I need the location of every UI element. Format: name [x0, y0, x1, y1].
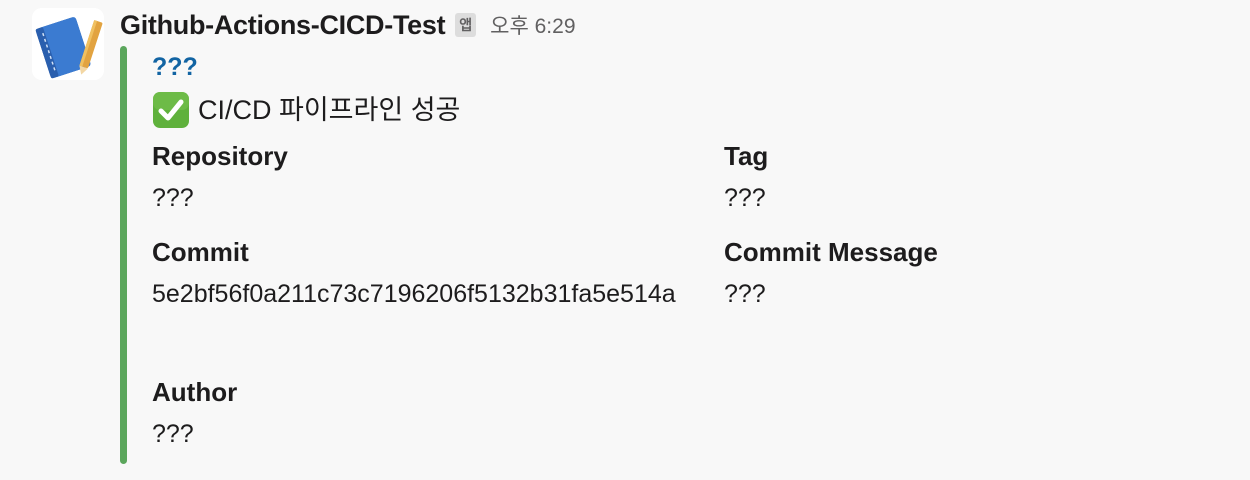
message-header: Github-Actions-CICD-Test 앱 오후 6:29: [120, 8, 576, 42]
field-value: ???: [724, 184, 766, 212]
field-value: ???: [724, 280, 766, 308]
attachment-text-label: CI/CD 파이프라인 성공: [198, 95, 461, 125]
field-commit: Commit 5e2bf56f0a211c73c7196206f5132b31f…: [152, 232, 732, 316]
attachment-title-link[interactable]: ???: [152, 48, 1232, 86]
field-value: ???: [152, 420, 194, 448]
field-title: Repository: [152, 141, 288, 171]
field-title: Tag: [724, 141, 769, 171]
app-badge: 앱: [455, 13, 477, 37]
field-author: Author ???: [152, 372, 732, 456]
field-title: Commit Message: [724, 237, 938, 267]
message-timestamp[interactable]: 오후 6:29: [490, 10, 575, 40]
notebook-icon[interactable]: [32, 8, 104, 80]
sender-name[interactable]: Github-Actions-CICD-Test: [120, 10, 446, 41]
field-tag: Tag ???: [724, 136, 1250, 220]
slack-message: Github-Actions-CICD-Test 앱 오후 6:29 ??? C…: [0, 0, 1250, 480]
attachment-text: CI/CD 파이프라인 성공: [152, 88, 1232, 132]
field-value: 5e2bf56f0a211c73c7196206f5132b31fa5e514a: [152, 280, 676, 308]
attachment-color-bar: [120, 46, 127, 464]
field-repository: Repository ???: [152, 136, 732, 220]
field-commit-message: Commit Message ???: [724, 232, 1250, 316]
field-title: Commit: [152, 237, 249, 267]
attachment-fields: Repository ??? Tag ??? Commit 5e2bf56f0a…: [152, 136, 1232, 466]
check-mark-button-icon: [152, 91, 190, 129]
field-title: Author: [152, 377, 238, 407]
attachment: ??? CI/CD 파이프라인 성공 Repository ??? Tag ??…: [152, 48, 1232, 466]
field-value: ???: [152, 184, 194, 212]
